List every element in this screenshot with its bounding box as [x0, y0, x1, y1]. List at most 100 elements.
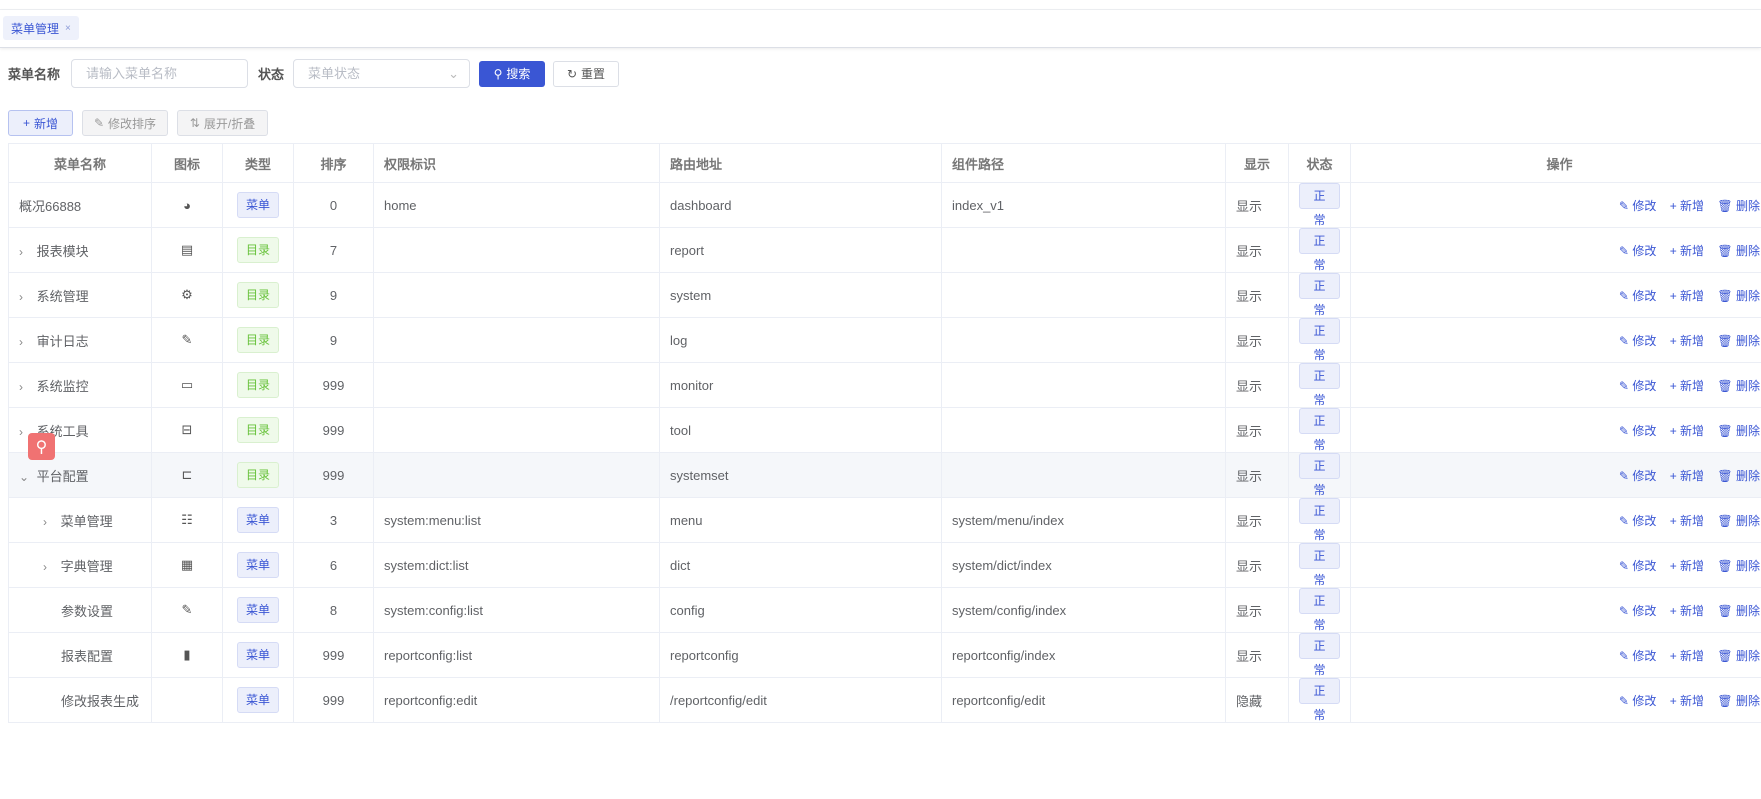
edit-log-icon: ✎ [181, 332, 193, 347]
table-row[interactable]: 概况66888 ◕ 菜单 0 home dashboard index_v1 显… [8, 182, 1761, 228]
actions-cell: ✎ 修改 + 新增 🗑 删除 [1350, 317, 1761, 363]
delete-button[interactable]: 🗑 删除 [1717, 559, 1760, 573]
delete-label: 删除 [1735, 468, 1760, 483]
monitor-icon: ▭ [180, 377, 194, 392]
expand-caret-icon[interactable]: › [19, 335, 33, 349]
delete-button[interactable]: 🗑 删除 [1717, 334, 1760, 348]
icon-cell [151, 677, 223, 723]
type-cell: 菜单 [222, 497, 294, 543]
table-row[interactable]: 修改报表生成 菜单 999 reportconfig:edit /reportc… [8, 677, 1761, 723]
edit-button[interactable]: ✎ 修改 [1619, 379, 1656, 393]
column-header: 类型 [222, 143, 294, 183]
edit-label: 修改 [1632, 333, 1657, 348]
expand-caret-icon[interactable]: › [19, 245, 33, 259]
expand-caret-icon[interactable]: › [43, 515, 57, 529]
table-row[interactable]: › 菜单管理 ☷ 菜单 3 system:menu:list menu syst… [8, 497, 1761, 543]
add-child-button[interactable]: + 新增 [1670, 334, 1704, 348]
add-child-button[interactable]: + 新增 [1670, 244, 1704, 258]
add-child-button[interactable]: + 新增 [1670, 379, 1704, 393]
expand-collapse-button[interactable]: ⇅ 展开/折叠 [177, 110, 268, 136]
icon-cell: ⊟ [151, 407, 223, 453]
add-child-button[interactable]: + 新增 [1670, 559, 1704, 573]
edit-button[interactable]: ✎ 修改 [1619, 559, 1656, 573]
add-child-button[interactable]: + 新增 [1670, 649, 1704, 663]
delete-button[interactable]: 🗑 删除 [1717, 379, 1760, 393]
add-button[interactable]: + 新增 [8, 110, 73, 136]
delete-button[interactable]: 🗑 删除 [1717, 469, 1760, 483]
close-icon[interactable]: × [65, 23, 71, 34]
delete-button[interactable]: 🗑 删除 [1717, 289, 1760, 303]
floating-search-button[interactable]: ⚲ [28, 433, 55, 460]
column-header: 菜单名称 [8, 143, 152, 183]
table-row[interactable]: › 字典管理 ▦ 菜单 6 system:dict:list dict syst… [8, 542, 1761, 588]
add-child-button[interactable]: + 新增 [1670, 289, 1704, 303]
perm-cell: system:menu:list [373, 497, 660, 543]
add-child-button[interactable]: + 新增 [1670, 199, 1704, 213]
add-child-button[interactable]: + 新增 [1670, 694, 1704, 708]
table-row[interactable]: › 系统管理 ⚙ 目录 9 system 显示 正常 ✎ 修改 + 新增 🗑 删… [8, 272, 1761, 318]
table-row[interactable]: ⌄ 平台配置 ⊏ 目录 999 systemset 显示 正常 ✎ 修改 + 新… [8, 452, 1761, 498]
edit-button[interactable]: ✎ 修改 [1619, 604, 1656, 618]
delete-button[interactable]: 🗑 删除 [1717, 649, 1760, 663]
delete-button[interactable]: 🗑 删除 [1717, 694, 1760, 708]
edit-button[interactable]: ✎ 修改 [1619, 694, 1656, 708]
status-select[interactable]: 菜单状态 ⌄ [293, 59, 471, 88]
delete-button[interactable]: 🗑 删除 [1717, 199, 1760, 213]
status-cell: 正常 [1288, 452, 1351, 498]
status-badge: 正常 [1299, 183, 1340, 227]
table-row[interactable]: 报表配置 ▮ 菜单 999 reportconfig:list reportco… [8, 632, 1761, 678]
expand-caret-icon[interactable]: › [19, 290, 33, 304]
table-row[interactable]: › 审计日志 ✎ 目录 9 log 显示 正常 ✎ 修改 + 新增 🗑 删除 [8, 317, 1761, 363]
menu-name: 菜单管理 [60, 513, 113, 529]
edit-button[interactable]: ✎ 修改 [1619, 244, 1656, 258]
edit-button[interactable]: ✎ 修改 [1619, 649, 1656, 663]
edit-icon: ✎ [1618, 558, 1629, 573]
search-button[interactable]: ⚲ 搜索 [479, 60, 546, 87]
edit-button[interactable]: ✎ 修改 [1619, 199, 1656, 213]
chevron-down-icon: ⌄ [448, 66, 460, 81]
delete-button[interactable]: 🗑 删除 [1717, 514, 1760, 528]
search-button-label: 搜索 [506, 67, 531, 81]
table-row[interactable]: 参数设置 ✎ 菜单 8 system:config:list config sy… [8, 587, 1761, 633]
edit-button[interactable]: ✎ 修改 [1619, 334, 1656, 348]
add-child-button[interactable]: + 新增 [1670, 514, 1704, 528]
delete-button[interactable]: 🗑 删除 [1717, 244, 1760, 258]
expand-caret-icon[interactable]: › [19, 380, 33, 394]
table-row[interactable]: › 系统监控 ▭ 目录 999 monitor 显示 正常 ✎ 修改 + 新增 … [8, 362, 1761, 408]
type-badge: 菜单 [236, 642, 279, 668]
expand-caret-icon[interactable]: › [43, 560, 57, 574]
add-child-button[interactable]: + 新增 [1670, 424, 1704, 438]
order-cell: 6 [293, 542, 374, 588]
trash-icon: 🗑 [1717, 378, 1733, 393]
menu-name-input[interactable]: 请输入菜单名称 [71, 59, 249, 88]
plus-icon: + [1669, 648, 1677, 663]
edit-icon: ✎ [1618, 288, 1629, 303]
edit-button[interactable]: ✎ 修改 [1619, 424, 1656, 438]
gear-icon: ⚙ [181, 287, 193, 302]
edit-button[interactable]: ✎ 修改 [1619, 514, 1656, 528]
menu-name-cell: › 字典管理 [8, 542, 152, 588]
add-label: 新增 [1680, 288, 1705, 303]
type-badge: 目录 [236, 372, 279, 398]
type-badge: 菜单 [236, 687, 279, 713]
edit-button[interactable]: ✎ 修改 [1619, 289, 1656, 303]
expand-caret-icon[interactable]: ⌄ [19, 470, 33, 484]
add-child-button[interactable]: + 新增 [1670, 604, 1704, 618]
reset-button[interactable]: ↻ 重置 [553, 60, 620, 87]
delete-button[interactable]: 🗑 删除 [1717, 604, 1760, 618]
table-row[interactable]: › 报表模块 ▤ 目录 7 report 显示 正常 ✎ 修改 + 新增 🗑 删… [8, 227, 1761, 273]
actions-cell: ✎ 修改 + 新增 🗑 删除 [1350, 542, 1761, 588]
edit-sort-button[interactable]: ✎ 修改排序 [82, 110, 168, 136]
add-label: 新增 [1680, 198, 1705, 213]
menu-name: 报表配置 [61, 648, 114, 664]
tab-menu-management[interactable]: 菜单管理 × [3, 16, 79, 40]
plus-icon: + [1669, 243, 1677, 258]
add-child-button[interactable]: + 新增 [1670, 469, 1704, 483]
trash-icon: 🗑 [1717, 198, 1733, 213]
edit-button[interactable]: ✎ 修改 [1619, 469, 1656, 483]
column-header: 组件路径 [941, 143, 1226, 183]
table-row[interactable]: › 系统工具 ⊟ 目录 999 tool 显示 正常 ✎ 修改 + 新增 🗑 删… [8, 407, 1761, 453]
refresh-icon: ↻ [566, 66, 578, 81]
delete-button[interactable]: 🗑 删除 [1717, 424, 1760, 438]
plus-icon: + [1669, 558, 1677, 573]
